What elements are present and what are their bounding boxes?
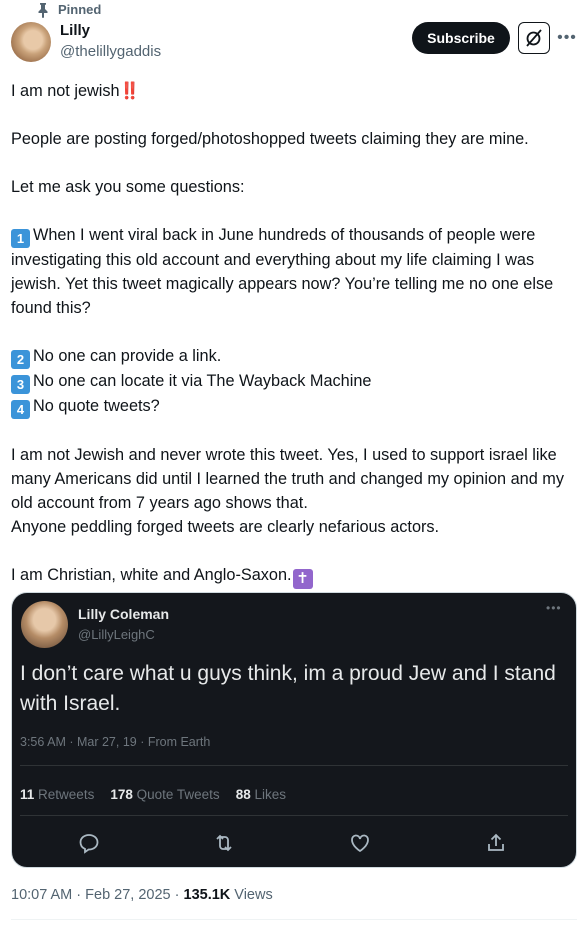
tweet-text: I am not jewish‼️ People are posting for… xyxy=(11,79,583,589)
author-name[interactable]: Lilly xyxy=(60,22,90,39)
grok-slash-icon xyxy=(526,29,542,47)
cross-icon: ✝ xyxy=(292,569,313,589)
tweet-question-1: When I went viral back in June hundreds … xyxy=(11,226,558,317)
views-count: 135.1K xyxy=(183,887,231,903)
more-dots-icon: ••• xyxy=(557,29,577,46)
tweet-question-2: No one can provide a link. xyxy=(33,347,222,365)
tweet-line-1: I am not jewish xyxy=(11,82,120,100)
media-author-name: Lilly Coleman xyxy=(78,606,170,622)
share-icon xyxy=(488,833,504,851)
media-likes-count: 88 xyxy=(235,787,251,802)
grok-button[interactable] xyxy=(518,22,550,54)
keycap-1-icon: 1 xyxy=(11,229,30,248)
views-label: Views xyxy=(230,887,273,903)
media-stats: 11 Retweets 178 Quote Tweets 88 Likes xyxy=(20,787,286,802)
retweet-icon xyxy=(216,834,232,852)
double-exclamation-emoji: ‼️ xyxy=(119,82,140,100)
tweet-paragraph-5: I am not Jewish and never wrote this twe… xyxy=(11,446,569,512)
pinned-indicator: Pinned xyxy=(38,2,102,18)
media-divider xyxy=(20,815,568,816)
tweet-question-3: No one can locate it via The Wayback Mac… xyxy=(33,372,372,390)
more-options-button[interactable]: ••• xyxy=(555,26,579,50)
media-divider xyxy=(20,765,568,766)
media-tweet-text: I don’t care what u guys think, im a pro… xyxy=(20,662,556,715)
tweet-paragraph-2: People are posting forged/photoshopped t… xyxy=(11,130,529,148)
media-actions xyxy=(12,829,576,859)
subscribe-button[interactable]: Subscribe xyxy=(412,22,510,54)
media-likes-label: Likes xyxy=(254,787,286,802)
tweet-paragraph-6: Anyone peddling forged tweets are clearl… xyxy=(11,518,440,536)
avatar[interactable] xyxy=(11,22,51,62)
reply-icon xyxy=(79,834,99,854)
media-avatar xyxy=(21,601,68,648)
media-quotes-label: Quote Tweets xyxy=(136,787,220,802)
like-icon xyxy=(351,834,369,853)
media-retweets-label: Retweets xyxy=(38,787,95,802)
keycap-4-icon: 4 xyxy=(11,400,30,419)
media-retweets: 11 Retweets xyxy=(20,787,94,802)
media-quotes: 178 Quote Tweets xyxy=(110,787,219,802)
media-author-handle: @LillyLeighC xyxy=(78,627,155,642)
pin-icon xyxy=(38,3,48,18)
media-more-dots-icon: ••• xyxy=(546,601,562,615)
author-handle[interactable]: @thelillygaddis xyxy=(60,43,161,60)
tweet-timestamp: 10:07 AM · Feb 27, 2025 · 135.1K Views xyxy=(11,887,273,903)
divider xyxy=(11,919,577,920)
tweet-time[interactable]: 10:07 AM · Feb 27, 2025 · xyxy=(11,887,184,903)
media-retweets-count: 11 xyxy=(20,787,35,802)
pinned-label: Pinned xyxy=(58,2,102,17)
tweet-paragraph-7: I am Christian, white and Anglo-Saxon. xyxy=(11,566,292,584)
media-tweet-meta: 3:56 AM · Mar 27, 19 · From Earth xyxy=(20,735,211,749)
media-image[interactable]: Lilly Coleman @LillyLeighC ••• I don’t c… xyxy=(11,592,577,868)
media-likes: 88 Likes xyxy=(236,787,286,802)
tweet-paragraph-3: Let me ask you some questions: xyxy=(11,178,245,196)
media-quotes-count: 178 xyxy=(110,787,133,802)
keycap-3-icon: 3 xyxy=(11,375,30,394)
tweet-question-4: No quote tweets? xyxy=(33,397,160,415)
keycap-2-icon: 2 xyxy=(11,350,30,369)
